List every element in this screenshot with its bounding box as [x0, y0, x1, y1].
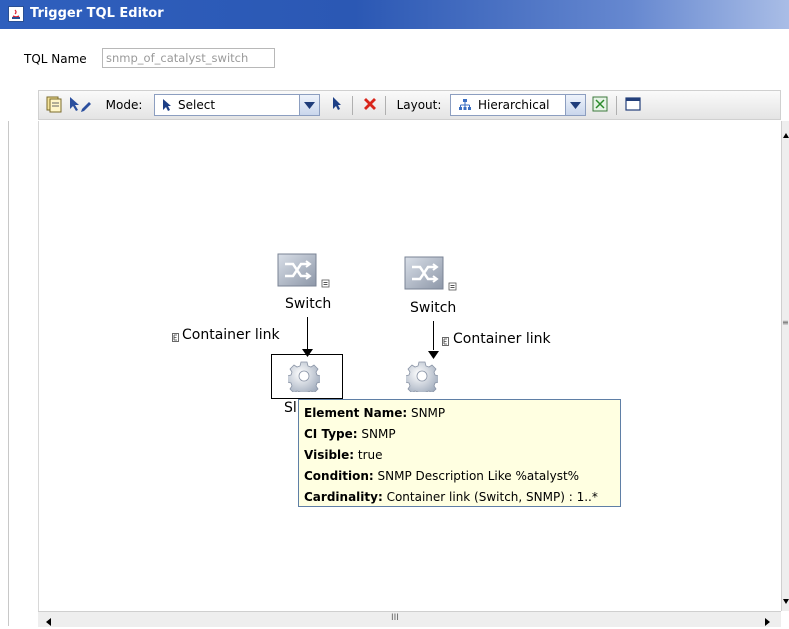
tooltip-condition: Condition: SNMP Description Like %atalys…	[304, 469, 580, 483]
window-title: Trigger TQL Editor	[30, 6, 164, 21]
switch-node-2[interactable]	[404, 256, 458, 295]
tooltip-ci-type: CI Type: SNMP	[304, 427, 396, 441]
snmp-node-1-label: Sl	[284, 400, 297, 416]
trigger-tql-editor-window: Trigger TQL Editor TQL Name Mode: Select	[0, 0, 789, 627]
draw-link-icon	[68, 95, 92, 116]
tql-name-label: TQL Name	[24, 52, 87, 66]
switch-node-1[interactable]	[277, 253, 331, 292]
horizontal-scrollbar[interactable]: III	[38, 611, 781, 627]
mode-label: Mode:	[105, 98, 143, 112]
container-link-1[interactable]	[307, 317, 308, 349]
scroll-left-icon[interactable]	[46, 615, 51, 629]
title-bar[interactable]: Trigger TQL Editor	[0, 0, 789, 29]
maximize-button[interactable]	[622, 94, 644, 116]
properties-icon	[45, 95, 63, 116]
container-link-2[interactable]	[433, 321, 434, 350]
switch-node-1-label: Switch	[285, 296, 332, 312]
cursor-icon	[332, 96, 342, 114]
chevron-down-icon[interactable]	[299, 95, 319, 115]
tooltip-element-name: Element Name: SNMP	[304, 406, 446, 420]
toolbar-separator	[616, 96, 617, 115]
delete-button[interactable]	[359, 94, 381, 116]
layout-value: Hierarchical	[478, 98, 550, 112]
fit-to-window-icon	[592, 96, 608, 115]
tooltip-visible: Visible: true	[304, 448, 383, 462]
hierarchy-icon	[458, 98, 472, 112]
tooltip-cardinality: Cardinality: Container link (Switch, SNM…	[304, 490, 598, 504]
draw-link-button[interactable]	[67, 94, 93, 116]
select-tool-button[interactable]	[326, 94, 348, 116]
link-badge-icon	[172, 331, 179, 345]
scroll-grip: ≡	[782, 318, 789, 327]
link-badge-icon	[442, 335, 449, 349]
toolbar-separator	[385, 96, 386, 115]
layout-label: Layout:	[396, 98, 442, 112]
java-app-icon	[8, 6, 24, 22]
cursor-icon	[162, 98, 172, 112]
node-tooltip: Element Name: SNMP CI Type: SNMP Visible…	[298, 399, 621, 507]
layout-select[interactable]: Hierarchical	[450, 94, 586, 116]
toolbar-separator	[352, 96, 353, 115]
mode-value: Select	[178, 98, 216, 112]
switch-node-2-label: Switch	[410, 300, 457, 316]
delete-x-icon	[362, 96, 378, 115]
gear-icon	[286, 360, 322, 397]
switch-icon	[277, 253, 331, 292]
fit-to-window-button[interactable]	[589, 94, 611, 116]
scroll-down-icon[interactable]	[783, 593, 789, 607]
tql-name-field[interactable]	[102, 48, 275, 68]
switch-icon	[404, 256, 458, 295]
container-link-1-label: Container link	[182, 327, 280, 343]
gear-icon[interactable]	[404, 360, 440, 397]
properties-button[interactable]	[43, 94, 65, 116]
panel-border	[8, 121, 9, 626]
chevron-down-icon[interactable]	[565, 95, 585, 115]
editor-toolbar: Mode: Select Layout: Hierarchical	[38, 90, 781, 120]
mode-select[interactable]: Select	[154, 94, 320, 116]
scroll-right-icon[interactable]	[765, 615, 770, 629]
maximize-icon	[625, 96, 641, 114]
vertical-scrollbar[interactable]: ≡	[781, 121, 789, 611]
scroll-grip: III	[391, 613, 399, 623]
scroll-up-icon[interactable]	[783, 127, 789, 141]
container-link-2-label: Container link	[453, 331, 551, 347]
